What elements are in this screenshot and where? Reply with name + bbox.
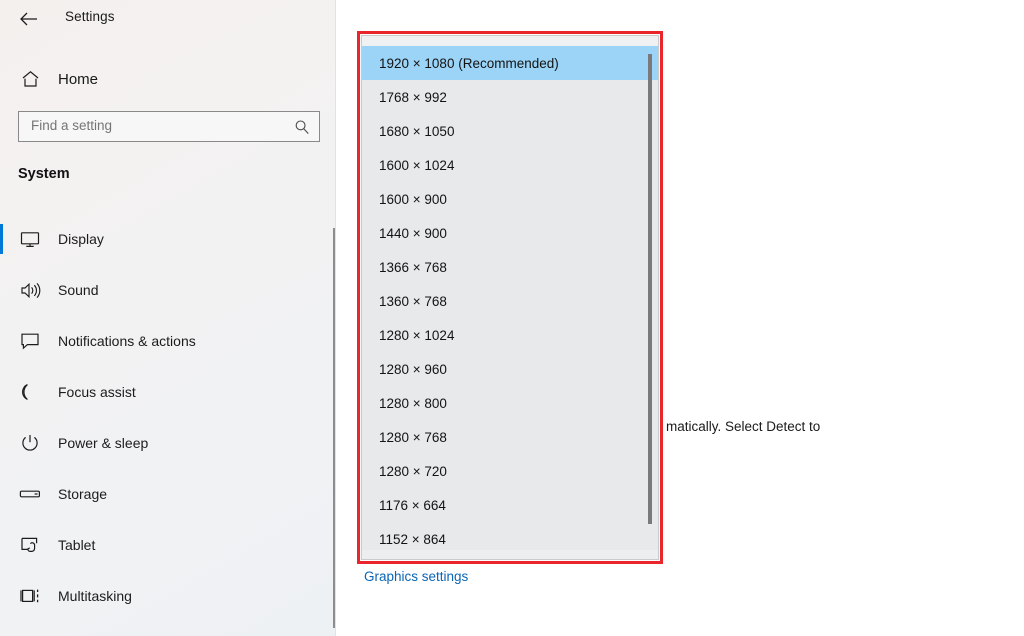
search-input[interactable] [31,118,281,133]
sidebar-item-multitasking[interactable]: Multitasking [0,579,336,613]
dropdown-scrollbar-thumb[interactable] [648,54,652,524]
selection-accent-bar [0,530,3,560]
multitasking-icon [6,587,54,605]
graphics-settings-link[interactable]: Graphics settings [364,569,468,584]
app-title: Settings [65,9,115,24]
sidebar-item-label-home: Home [58,70,99,88]
moon-icon [6,383,54,401]
sidebar-item-tablet[interactable]: Tablet [0,528,336,562]
settings-navigation-pane: Settings Home System [0,0,336,636]
resolution-option[interactable]: 1440 × 900 [362,216,658,250]
section-title: System [18,166,70,182]
resolution-option[interactable]: 1280 × 960 [362,352,658,386]
sidebar-item-storage[interactable]: Storage [0,477,336,511]
dropdown-bottom-edge [362,550,658,559]
selection-accent-bar [0,479,3,509]
resolution-option[interactable]: 1680 × 1050 [362,114,658,148]
resolution-option[interactable]: 1768 × 992 [362,80,658,114]
resolution-dropdown-list[interactable]: 1920 × 1080 (Recommended) 1768 × 992 1680 … [361,35,659,560]
sidebar-item-sound[interactable]: Sound [0,273,336,307]
selection-accent-bar [0,224,3,254]
back-button[interactable] [14,5,44,33]
resolution-option[interactable]: 1600 × 1024 [362,148,658,182]
sidebar-item-display[interactable]: Display [0,222,336,256]
resolution-option[interactable]: 1280 × 1024 [362,318,658,352]
sidebar-item-label: Tablet [58,537,96,553]
sidebar-item-home[interactable]: Home [0,63,336,95]
resolution-option[interactable]: 1176 × 664 [362,488,658,522]
sidebar-item-label: Power & sleep [58,435,149,451]
speaker-icon [6,282,54,299]
sidebar-item-label: Multitasking [58,588,132,604]
home-icon [6,70,54,88]
selection-accent-bar [0,377,3,407]
resolution-option[interactable]: 1920 × 1080 (Recommended) [362,46,658,80]
sidebar-item-focus-assist[interactable]: Focus assist [0,375,336,409]
search-box[interactable] [18,111,320,142]
selection-accent-bar [0,275,3,305]
title-bar: Settings [0,0,336,38]
resolution-option[interactable]: 1360 × 768 [362,284,658,318]
sidebar-nav-list: Display Sound Notifications & actions Fo… [0,222,336,630]
sidebar-item-label: Sound [58,282,99,298]
resolution-option[interactable]: 1280 × 800 [362,386,658,420]
sidebar-item-label: Display [58,231,104,247]
resolution-option[interactable]: 1280 × 768 [362,420,658,454]
search-icon[interactable] [294,119,310,140]
tablet-touch-icon [6,536,54,555]
selection-accent-bar [0,428,3,458]
resolution-option[interactable]: 1600 × 900 [362,182,658,216]
sidebar-item-label: Storage [58,486,108,502]
back-arrow-icon [20,12,38,26]
selection-accent-bar [0,326,3,356]
sidebar-item-label: Focus assist [58,384,136,400]
display-detect-description: matically. Select Detect to [666,419,821,434]
dropdown-top-edge [362,36,658,46]
resolution-option[interactable]: 1366 × 768 [362,250,658,284]
resolution-option[interactable]: 1280 × 720 [362,454,658,488]
chat-bubble-icon [6,332,54,350]
sidebar-item-power-sleep[interactable]: Power & sleep [0,426,336,460]
monitor-icon [6,231,54,248]
selection-accent-bar [0,581,3,611]
resolution-options-container: 1920 × 1080 (Recommended) 1768 × 992 1680 … [362,46,658,556]
power-icon [6,434,54,452]
sidebar-item-label: Notifications & actions [58,333,196,349]
drive-icon [6,488,54,500]
sidebar-item-notifications-actions[interactable]: Notifications & actions [0,324,336,358]
